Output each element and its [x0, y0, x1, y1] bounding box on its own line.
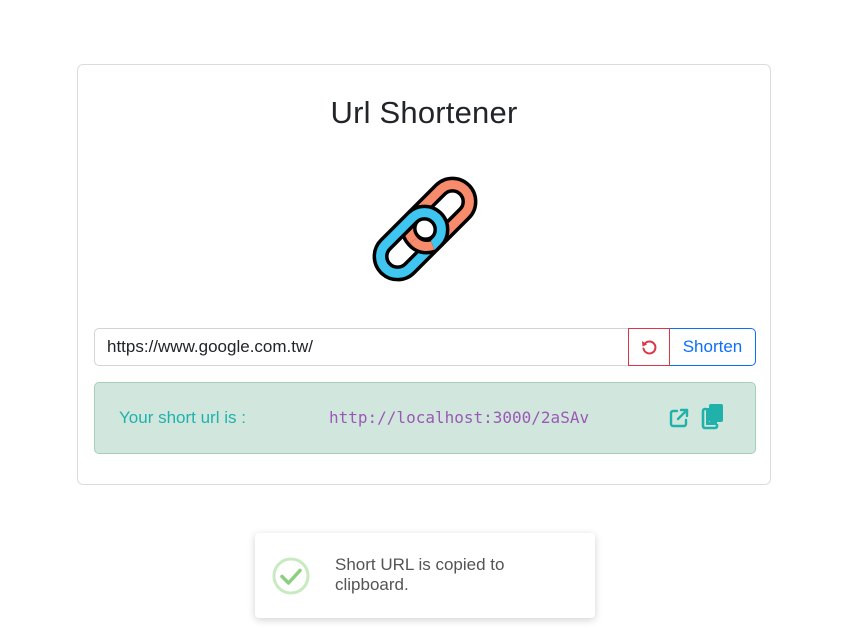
undo-icon: [642, 340, 657, 355]
shorten-button[interactable]: Shorten: [670, 328, 756, 366]
reset-button[interactable]: [628, 328, 670, 366]
link-chain-icon: [372, 176, 478, 282]
shortener-card: Url Shortener Shorten Your short url is: [77, 64, 771, 485]
check-circle-icon: [272, 557, 310, 595]
url-input[interactable]: [94, 328, 628, 366]
short-url-text[interactable]: http://localhost:3000/2aSAv: [329, 408, 589, 427]
result-alert: Your short url is : http://localhost:300…: [94, 382, 756, 454]
url-input-group: Shorten: [94, 328, 756, 366]
external-link-icon: [669, 408, 689, 428]
page-title: Url Shortener: [330, 95, 518, 130]
copy-button[interactable]: [700, 403, 726, 430]
toast-message: Short URL is copied to clipboard.: [335, 555, 505, 594]
open-link-button[interactable]: [666, 405, 692, 431]
copy-icon: [701, 404, 723, 430]
result-label: Your short url is :: [119, 408, 246, 427]
toast-notification: Short URL is copied to clipboard.: [255, 533, 595, 618]
